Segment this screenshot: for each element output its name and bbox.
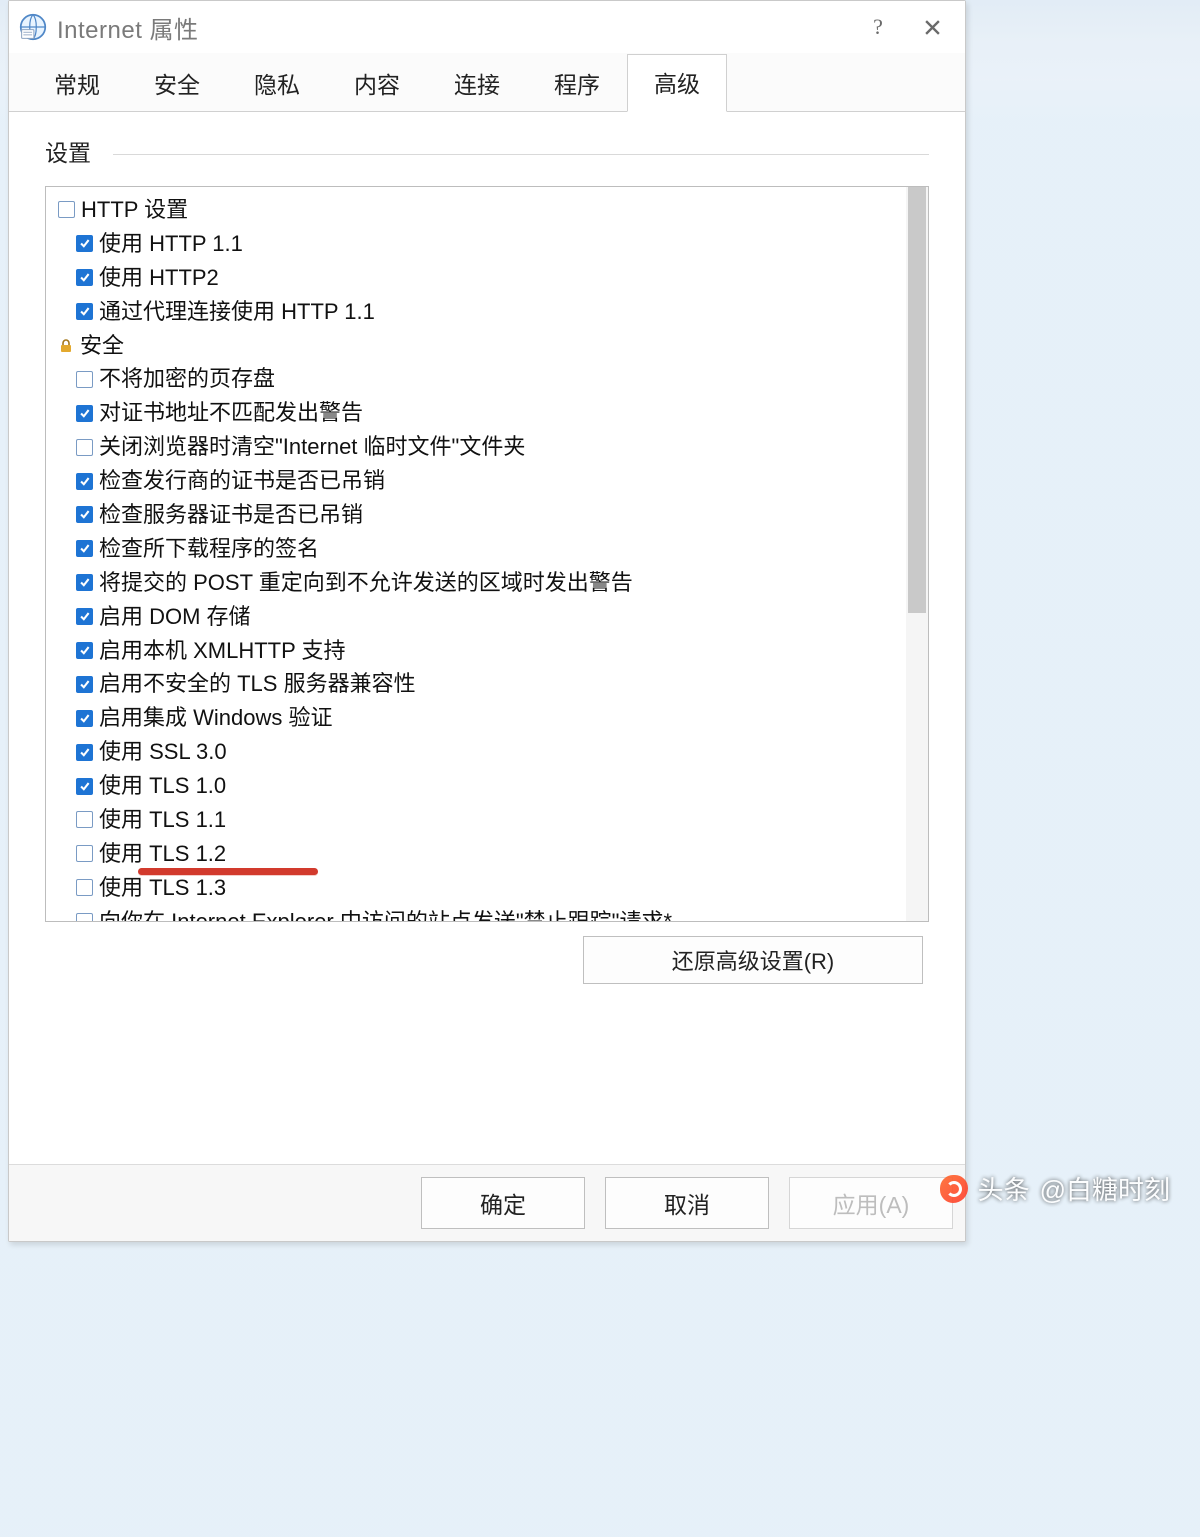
tree-item-20[interactable]: 使用 TLS 1.3 xyxy=(54,871,900,905)
tree-item-7[interactable]: 关闭浏览器时清空"Internet 临时文件"文件夹 xyxy=(54,430,900,464)
tab-0[interactable]: 常规 xyxy=(27,55,127,112)
tree-item-label: 检查所下载程序的签名 xyxy=(99,533,319,565)
checkbox[interactable] xyxy=(76,235,93,252)
tree-item-11[interactable]: 将提交的 POST 重定向到不允许发送的区域时发出警告 xyxy=(54,566,900,600)
checkbox[interactable] xyxy=(76,811,93,828)
tree-item-label: 使用 TLS 1.3 xyxy=(99,872,226,904)
checkbox[interactable] xyxy=(76,540,93,557)
tree-item-label: 使用 TLS 1.2 xyxy=(99,838,226,870)
tab-content-advanced: 设置 HTTP 设置使用 HTTP 1.1使用 HTTP2通过代理连接使用 HT… xyxy=(9,112,965,1164)
group-divider xyxy=(113,154,929,155)
tree-item-label: 使用 TLS 1.0 xyxy=(99,770,226,802)
tree-item-15[interactable]: 启用集成 Windows 验证 xyxy=(54,701,900,735)
tree-item-label: 检查发行商的证书是否已吊销 xyxy=(99,465,385,497)
checkbox[interactable] xyxy=(76,710,93,727)
checkbox[interactable] xyxy=(76,676,93,693)
tree-item-18[interactable]: 使用 TLS 1.1 xyxy=(54,803,900,837)
window-title: Internet 属性 xyxy=(57,10,851,45)
tree-item-label: 关闭浏览器时清空"Internet 临时文件"文件夹 xyxy=(99,431,525,463)
tree-item-label: 使用 HTTP2 xyxy=(99,262,219,294)
tree-item-5[interactable]: 不将加密的页存盘 xyxy=(54,362,900,396)
tree-item-label: 启用本机 XMLHTTP 支持 xyxy=(99,635,346,667)
tree-item-label: 将提交的 POST 重定向到不允许发送的区域时发出警告 xyxy=(99,567,633,599)
checkbox[interactable] xyxy=(76,269,93,286)
settings-tree-container: HTTP 设置使用 HTTP 1.1使用 HTTP2通过代理连接使用 HTTP … xyxy=(45,186,929,922)
tree-item-10[interactable]: 检查所下载程序的签名 xyxy=(54,532,900,566)
tree-item-2[interactable]: 使用 HTTP2 xyxy=(54,261,900,295)
tree-item-label: 对证书地址不匹配发出警告 xyxy=(99,397,363,429)
checkbox[interactable] xyxy=(76,879,93,896)
tree-item-13[interactable]: 启用本机 XMLHTTP 支持 xyxy=(54,634,900,668)
tree-item-9[interactable]: 检查服务器证书是否已吊销 xyxy=(54,498,900,532)
tree-item-21[interactable]: 向你在 Internet Explorer 中访问的站点发送"禁止跟踪"请求* xyxy=(54,905,900,921)
internet-properties-dialog: Internet 属性 ? 常规安全隐私内容连接程序高级 设置 HTTP 设置使… xyxy=(8,0,966,1242)
tree-item-label: 向你在 Internet Explorer 中访问的站点发送"禁止跟踪"请求* xyxy=(99,906,672,921)
checkbox[interactable] xyxy=(76,642,93,659)
tree-item-label: 启用 DOM 存储 xyxy=(99,601,251,633)
checkbox[interactable] xyxy=(76,574,93,591)
watermark-prefix: 头条 xyxy=(978,1170,1030,1207)
tab-2[interactable]: 隐私 xyxy=(227,55,327,112)
tree-item-14[interactable]: 启用不安全的 TLS 服务器兼容性 xyxy=(54,667,900,701)
close-button[interactable] xyxy=(905,6,959,48)
checkbox[interactable] xyxy=(76,439,93,456)
tree-item-1[interactable]: 使用 HTTP 1.1 xyxy=(54,227,900,261)
tree-item-4[interactable]: 安全 xyxy=(54,329,900,363)
checkbox[interactable] xyxy=(76,473,93,490)
tree-item-19[interactable]: 使用 TLS 1.2 xyxy=(54,837,900,871)
tree-item-12[interactable]: 启用 DOM 存储 xyxy=(54,600,900,634)
settings-label: 设置 xyxy=(45,134,113,168)
globe-icon xyxy=(19,13,47,41)
tree-item-label: 使用 SSL 3.0 xyxy=(99,736,227,768)
section-glyph xyxy=(58,201,75,218)
tree-item-label: 启用集成 Windows 验证 xyxy=(99,702,332,734)
tree-item-label: 安全 xyxy=(80,330,124,362)
tree-item-label: 检查服务器证书是否已吊销 xyxy=(99,499,363,531)
tab-1[interactable]: 安全 xyxy=(127,55,227,112)
scrollbar[interactable] xyxy=(906,187,928,921)
watermark-handle: @白糖时刻 xyxy=(1040,1170,1170,1207)
tree-item-label: 通过代理连接使用 HTTP 1.1 xyxy=(99,296,375,328)
checkbox[interactable] xyxy=(76,913,93,921)
apply-button[interactable]: 应用(A) xyxy=(789,1177,953,1229)
lock-icon xyxy=(58,338,74,354)
tree-item-label: HTTP 设置 xyxy=(81,194,188,226)
tree-item-16[interactable]: 使用 SSL 3.0 xyxy=(54,735,900,769)
tab-5[interactable]: 程序 xyxy=(527,55,627,112)
checkbox[interactable] xyxy=(76,778,93,795)
tree-item-3[interactable]: 通过代理连接使用 HTTP 1.1 xyxy=(54,295,900,329)
tree-item-6[interactable]: 对证书地址不匹配发出警告 xyxy=(54,396,900,430)
checkbox[interactable] xyxy=(76,608,93,625)
tree-item-8[interactable]: 检查发行商的证书是否已吊销 xyxy=(54,464,900,498)
watermark-logo-icon xyxy=(940,1175,968,1203)
scrollbar-thumb[interactable] xyxy=(908,187,926,613)
settings-group-header: 设置 xyxy=(45,134,929,168)
dialog-footer: 确定 取消 应用(A) xyxy=(9,1164,965,1241)
tab-3[interactable]: 内容 xyxy=(327,55,427,112)
restore-advanced-button[interactable]: 还原高级设置(R) xyxy=(583,936,923,984)
checkbox[interactable] xyxy=(76,371,93,388)
close-icon xyxy=(924,19,941,36)
tree-item-label: 使用 HTTP 1.1 xyxy=(99,228,243,260)
watermark: 头条 @白糖时刻 xyxy=(940,1170,1170,1207)
checkbox[interactable] xyxy=(76,744,93,761)
help-button[interactable]: ? xyxy=(851,6,905,48)
checkbox[interactable] xyxy=(76,303,93,320)
cancel-button[interactable]: 取消 xyxy=(605,1177,769,1229)
settings-tree[interactable]: HTTP 设置使用 HTTP 1.1使用 HTTP2通过代理连接使用 HTTP … xyxy=(46,187,928,921)
tree-item-17[interactable]: 使用 TLS 1.0 xyxy=(54,769,900,803)
tree-item-label: 启用不安全的 TLS 服务器兼容性 xyxy=(99,668,416,700)
tree-item-label: 使用 TLS 1.1 xyxy=(99,804,226,836)
tab-bar: 常规安全隐私内容连接程序高级 xyxy=(9,53,965,112)
tab-4[interactable]: 连接 xyxy=(427,55,527,112)
checkbox[interactable] xyxy=(76,845,93,862)
tree-item-label: 不将加密的页存盘 xyxy=(99,363,275,395)
checkbox[interactable] xyxy=(76,405,93,422)
tab-6[interactable]: 高级 xyxy=(627,54,727,112)
titlebar: Internet 属性 ? xyxy=(9,1,965,53)
checkbox[interactable] xyxy=(76,506,93,523)
tree-item-0[interactable]: HTTP 设置 xyxy=(54,193,900,227)
ok-button[interactable]: 确定 xyxy=(421,1177,585,1229)
